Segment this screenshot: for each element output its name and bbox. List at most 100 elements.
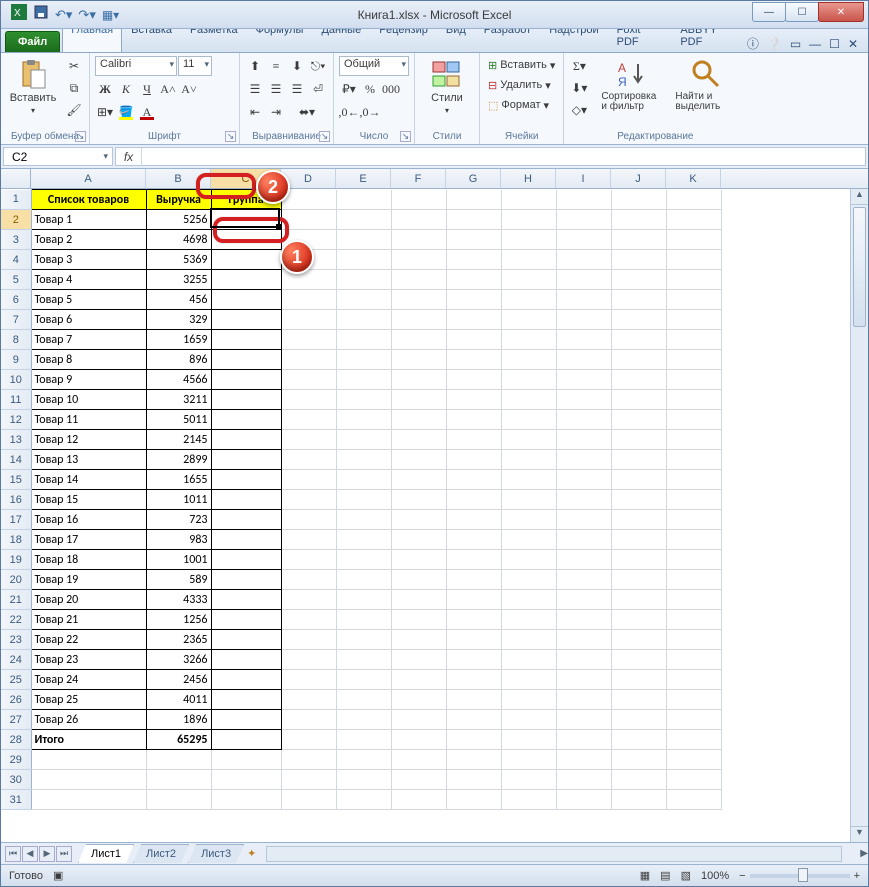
row-header[interactable]: 18 <box>1 530 31 550</box>
redo-icon[interactable]: ↷▾ <box>78 7 95 23</box>
cell[interactable]: Товар 23 <box>31 650 146 670</box>
cell[interactable] <box>501 290 556 310</box>
cell[interactable] <box>611 410 666 430</box>
cell[interactable] <box>281 570 336 590</box>
cell[interactable] <box>611 350 666 370</box>
cell[interactable] <box>501 610 556 630</box>
sheet-tab[interactable]: Лист1 <box>78 844 134 863</box>
cell[interactable] <box>666 790 721 810</box>
save-icon[interactable] <box>33 4 49 25</box>
row-header[interactable]: 12 <box>1 410 31 430</box>
cell[interactable] <box>391 270 446 290</box>
cell[interactable] <box>391 450 446 470</box>
zoom-value[interactable]: 100% <box>701 870 729 882</box>
row-header[interactable]: 25 <box>1 670 31 690</box>
cell[interactable]: Товар 17 <box>31 530 146 550</box>
cell[interactable] <box>611 790 666 810</box>
cell[interactable] <box>446 410 501 430</box>
cell[interactable] <box>336 310 391 330</box>
cell[interactable] <box>391 790 446 810</box>
wrap-text-icon[interactable]: ⏎ <box>308 79 328 99</box>
cell[interactable] <box>336 250 391 270</box>
cell[interactable] <box>391 510 446 530</box>
cell[interactable] <box>611 490 666 510</box>
cell[interactable] <box>556 350 611 370</box>
cell[interactable] <box>501 690 556 710</box>
cell[interactable] <box>391 370 446 390</box>
cell[interactable] <box>281 590 336 610</box>
decrease-font-icon[interactable]: A˅ <box>179 79 199 99</box>
cell[interactable]: Товар 21 <box>31 610 146 630</box>
cell[interactable] <box>281 790 336 810</box>
cell[interactable] <box>556 450 611 470</box>
cell[interactable] <box>281 410 336 430</box>
row-header[interactable]: 1 <box>1 190 31 210</box>
cell[interactable]: 723 <box>146 510 211 530</box>
cell[interactable] <box>666 650 721 670</box>
cell[interactable] <box>666 390 721 410</box>
cell[interactable]: 5369 <box>146 250 211 270</box>
cell[interactable] <box>556 510 611 530</box>
cell[interactable] <box>281 210 336 230</box>
cell[interactable] <box>501 590 556 610</box>
row-header[interactable]: 29 <box>1 750 31 770</box>
cell[interactable] <box>446 310 501 330</box>
col-header-I[interactable]: I <box>556 169 611 188</box>
cell[interactable] <box>666 510 721 530</box>
cell[interactable] <box>556 790 611 810</box>
row-header[interactable]: 7 <box>1 310 31 330</box>
cell[interactable] <box>281 390 336 410</box>
cell[interactable] <box>211 710 281 730</box>
row-header[interactable]: 22 <box>1 610 31 630</box>
cell[interactable] <box>611 370 666 390</box>
cell[interactable] <box>211 590 281 610</box>
cell[interactable] <box>336 670 391 690</box>
align-bottom-icon[interactable]: ⬇ <box>287 56 307 76</box>
cell[interactable] <box>336 350 391 370</box>
macro-rec-icon[interactable]: ▣ <box>53 869 63 882</box>
cell[interactable] <box>556 750 611 770</box>
cell[interactable] <box>336 490 391 510</box>
cell[interactable]: 4566 <box>146 370 211 390</box>
row-header[interactable]: 9 <box>1 350 31 370</box>
font-size-combo[interactable]: 11 <box>178 56 212 76</box>
cell[interactable] <box>281 510 336 530</box>
cell[interactable] <box>501 750 556 770</box>
cell[interactable] <box>446 230 501 250</box>
delete-cells-button[interactable]: ⊟Удалить▾ <box>485 76 558 94</box>
cell[interactable] <box>501 670 556 690</box>
cell[interactable]: 1655 <box>146 470 211 490</box>
cell[interactable] <box>611 190 666 210</box>
row-header[interactable]: 27 <box>1 710 31 730</box>
row-header[interactable]: 3 <box>1 230 31 250</box>
cell[interactable] <box>666 350 721 370</box>
cell[interactable] <box>336 510 391 530</box>
cell[interactable]: 1256 <box>146 610 211 630</box>
cell[interactable] <box>281 370 336 390</box>
cell[interactable] <box>336 570 391 590</box>
cell[interactable] <box>446 530 501 550</box>
cell[interactable] <box>336 550 391 570</box>
inc-decimal-icon[interactable]: ,0← <box>339 102 359 122</box>
cell[interactable] <box>211 290 281 310</box>
cell[interactable]: Товар 18 <box>31 550 146 570</box>
cell[interactable] <box>556 230 611 250</box>
row-header[interactable]: 28 <box>1 730 31 750</box>
cell[interactable] <box>211 730 281 750</box>
cell[interactable] <box>211 670 281 690</box>
cell[interactable] <box>391 290 446 310</box>
row-header[interactable]: 26 <box>1 690 31 710</box>
cell[interactable] <box>556 550 611 570</box>
cell[interactable]: Товар 1 <box>31 210 146 230</box>
cell[interactable] <box>556 470 611 490</box>
cell[interactable] <box>446 290 501 310</box>
cell[interactable] <box>281 770 336 790</box>
cell[interactable] <box>391 470 446 490</box>
cell[interactable] <box>211 430 281 450</box>
cell[interactable] <box>391 650 446 670</box>
find-select-button[interactable]: Найти и выделить <box>671 56 741 114</box>
cell[interactable] <box>391 350 446 370</box>
cell[interactable] <box>666 330 721 350</box>
cell[interactable] <box>666 230 721 250</box>
cell[interactable] <box>666 530 721 550</box>
